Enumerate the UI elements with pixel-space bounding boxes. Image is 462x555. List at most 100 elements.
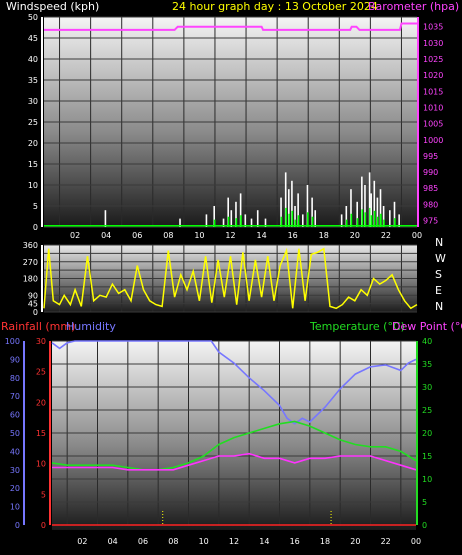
temperature-tick-label: 0 [422, 521, 427, 530]
direction-tick-label: 0 [33, 308, 38, 317]
hour-tick-label: 00 [411, 537, 421, 546]
hour-tick-label: 06 [138, 537, 148, 546]
humidity-title: Humidity [66, 320, 116, 333]
gust-bar [361, 209, 364, 227]
rainfall-tick-label: 10 [36, 460, 46, 469]
humidity-tick-label: 30 [10, 466, 20, 475]
weather-graph: Windspeed (kph) 24 hour graph day : 13 O… [1, 0, 462, 546]
temperature-tick-label: 25 [422, 406, 432, 415]
direction-tick-label: 360 [23, 241, 38, 250]
windspeed-tick-label: 40 [28, 55, 38, 64]
hour-tick-label: 04 [101, 231, 111, 240]
gust-bar [364, 212, 367, 227]
compass-label: N [435, 300, 443, 313]
gust-bar [291, 210, 294, 227]
compass-labels: NWSEN [435, 236, 446, 313]
windspeed-title: Windspeed (kph) [6, 0, 99, 13]
barometer-tick-label: 985 [423, 184, 438, 193]
barometer-tick-label: 1035 [423, 23, 443, 32]
compass-label: E [435, 284, 442, 297]
rainfall-tick-label: 25 [36, 368, 46, 377]
hour-tick-label: 10 [199, 537, 209, 546]
hour-tick-label: 00 [412, 231, 422, 240]
barometer-tick-label: 980 [423, 200, 438, 209]
humidity-tick-label: 0 [15, 521, 20, 530]
gust-bar [307, 212, 309, 227]
hour-tick-label: 12 [225, 231, 235, 240]
barometer-tick-label: 1030 [423, 39, 443, 48]
barometer-tick-label: 1005 [423, 120, 443, 129]
barometer-tick-label: 1010 [423, 103, 443, 112]
compass-label: W [435, 252, 446, 265]
rainfall-title: Rainfall (mm) [1, 320, 75, 333]
gust-bar [285, 207, 287, 227]
windspeed-tick-label: 5 [33, 202, 38, 211]
hour-tick-label: 04 [108, 537, 118, 546]
direction-tick-label: 90 [28, 291, 38, 300]
rainfall-tick-label: 5 [41, 490, 46, 499]
barometer-tick-label: 995 [423, 152, 438, 161]
hour-tick-label: 14 [259, 537, 269, 546]
temperature-tick-label: 40 [422, 337, 432, 346]
wind-direction-axes: 04590 180 270 360 [23, 241, 43, 317]
compass-label: N [435, 236, 443, 249]
barometer-tick-label: 990 [423, 168, 438, 177]
hour-tick-label: 02 [70, 231, 80, 240]
hour-tick-label: 10 [194, 231, 204, 240]
humidity-tick-label: 20 [10, 484, 20, 493]
top-hour-axis: 02 04 06 08 10 12 14 16 18 20 22 00 [70, 231, 422, 240]
temperature-tick-label: 15 [422, 452, 432, 461]
barometer-tick-label: 975 [423, 217, 438, 226]
hour-tick-label: 08 [163, 231, 173, 240]
hour-tick-label: 20 [350, 537, 360, 546]
windspeed-tick-label: 0 [33, 223, 38, 232]
temperature-title: Temperature (°C) [309, 320, 405, 333]
hour-tick-label: 02 [77, 537, 87, 546]
windspeed-bar [256, 210, 259, 227]
windspeed-bar [314, 210, 317, 227]
barometer-title: Barometer (hpa) [368, 0, 459, 13]
direction-tick-label: 270 [23, 258, 38, 267]
temperature-tick-label: 5 [422, 498, 427, 507]
temperature-tick-label: 10 [422, 475, 432, 484]
hour-tick-label: 06 [132, 231, 142, 240]
humidity-tick-label: 80 [10, 374, 20, 383]
barometer-tick-label: 1020 [423, 71, 443, 80]
compass-label: S [435, 268, 442, 281]
direction-tick-label: 180 [23, 275, 38, 284]
graph-date-title: 24 hour graph day : 13 October 2024 [172, 0, 378, 13]
humidity-tick-label: 70 [10, 392, 20, 401]
hour-tick-label: 20 [350, 231, 360, 240]
hour-tick-label: 08 [168, 537, 178, 546]
windspeed-bar [230, 210, 233, 227]
hour-tick-label: 16 [290, 537, 300, 546]
windspeed-tick-label: 45 [28, 34, 38, 43]
hour-tick-label: 22 [381, 537, 391, 546]
humidity-tick-label: 10 [10, 503, 20, 512]
bottom-hour-axis: 02 04 06 08 10 12 14 16 18 20 22 00 [77, 537, 421, 546]
hour-tick-label: 16 [288, 231, 298, 240]
hour-tick-label: 14 [256, 231, 266, 240]
hour-tick-label: 18 [319, 231, 329, 240]
humidity-tick-label: 90 [10, 355, 20, 364]
windspeed-bar [389, 210, 391, 227]
gust-bar [373, 210, 376, 227]
windspeed-tick-label: 50 [28, 13, 38, 22]
windspeed-tick-label: 25 [28, 118, 38, 127]
rainfall-tick-label: 0 [41, 521, 46, 530]
temperature-tick-label: 30 [422, 383, 432, 392]
windspeed-tick-label: 15 [28, 160, 38, 169]
temperature-tick-label: 20 [422, 429, 432, 438]
humidity-tick-label: 100 [5, 337, 20, 346]
windspeed-bar [104, 210, 107, 227]
hour-tick-label: 18 [320, 537, 330, 546]
barometer-tick-label: 1015 [423, 87, 443, 96]
dewpoint-title: Dew Point (°C) [392, 320, 462, 333]
humidity-tick-label: 40 [10, 447, 20, 456]
rainfall-tick-label: 15 [36, 429, 46, 438]
humidity-tick-label: 50 [10, 429, 20, 438]
windspeed-tick-label: 10 [28, 181, 38, 190]
rainfall-tick-label: 30 [36, 337, 46, 346]
hour-tick-label: 22 [381, 231, 391, 240]
direction-tick-label: 45 [28, 300, 38, 309]
